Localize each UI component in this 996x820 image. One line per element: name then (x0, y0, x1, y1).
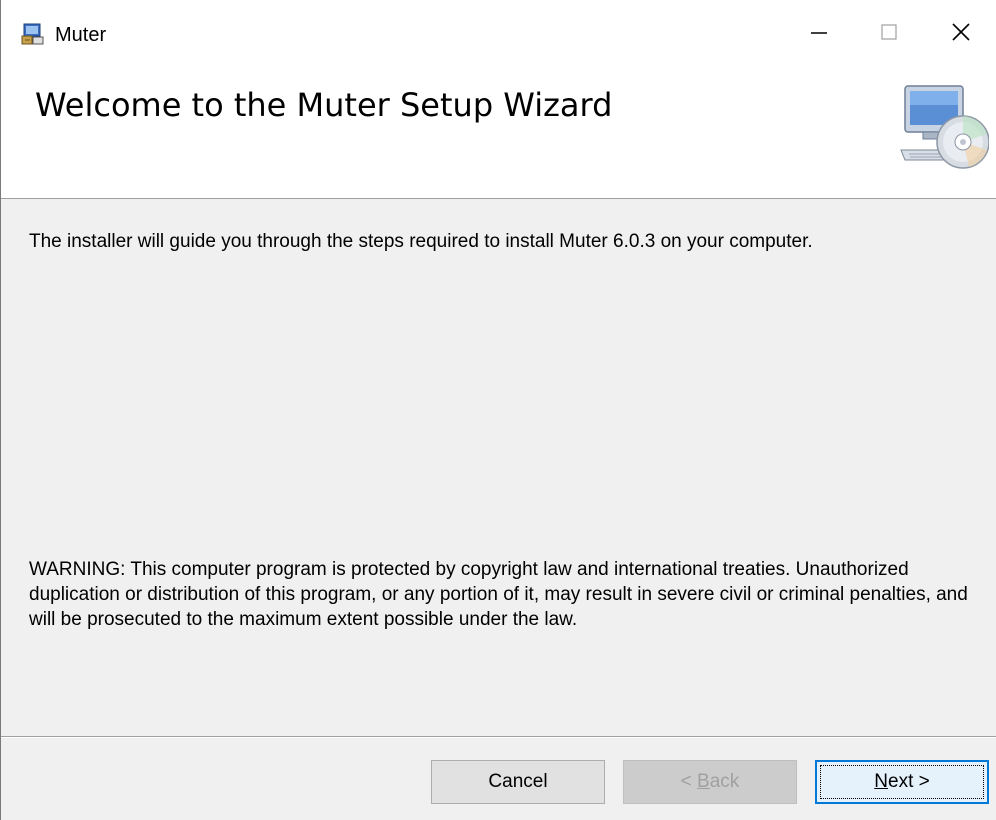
back-button-label: < Back (681, 771, 740, 793)
next-button-mnemonic: N (874, 771, 888, 792)
minimize-button[interactable] (784, 0, 854, 64)
footer-divider (1, 736, 996, 738)
computer-cd-icon (900, 85, 989, 169)
next-button[interactable]: Next > (815, 760, 989, 804)
back-button-prefix: < (680, 771, 698, 792)
installer-icon (21, 23, 44, 45)
maximize-icon (881, 24, 897, 40)
title-bar[interactable]: Muter (1, 0, 996, 64)
maximize-button[interactable] (854, 0, 924, 64)
wizard-header: Welcome to the Muter Setup Wizard (1, 64, 996, 199)
next-button-rest: ext > (888, 771, 930, 792)
copyright-warning: WARNING: This computer program is protec… (29, 559, 968, 630)
next-button-label: Next > (874, 771, 929, 793)
back-button-mnemonic: B (697, 771, 710, 792)
minimize-icon (811, 32, 827, 34)
back-button-rest: ack (709, 771, 740, 792)
back-button[interactable]: < Back (623, 760, 797, 804)
wizard-body: The installer will guide you through the… (1, 199, 996, 736)
cancel-button-label: Cancel (488, 771, 548, 792)
intro-text: The installer will guide you through the… (29, 231, 813, 252)
window-title: Muter (55, 24, 107, 46)
page-title: Welcome to the Muter Setup Wizard (35, 86, 613, 124)
setup-wizard-window: Muter Welcome to the Muter Setup Wizard (0, 0, 996, 820)
cancel-button[interactable]: Cancel (431, 760, 605, 804)
close-button[interactable] (926, 0, 996, 64)
close-icon (952, 23, 970, 41)
